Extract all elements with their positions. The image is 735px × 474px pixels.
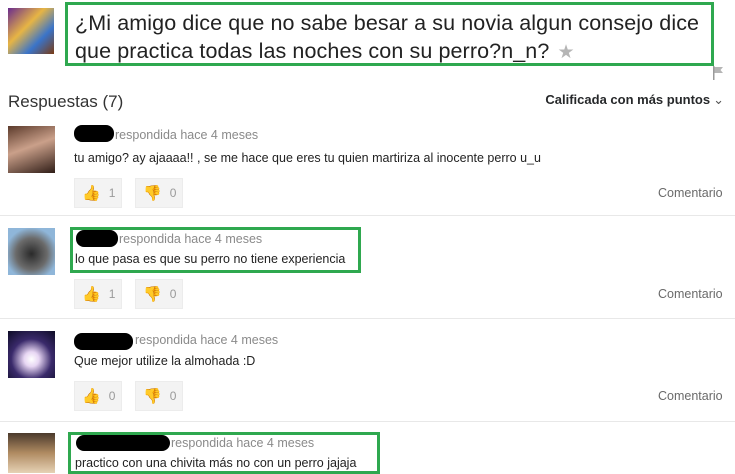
question-title: ¿Mi amigo dice que no sabe besar a su no…: [75, 11, 700, 63]
thumbs-up-button[interactable]: 👍 1: [74, 279, 122, 309]
redacted-username: [76, 435, 170, 451]
answer-item: respondida hace 4 meses practico con una…: [0, 429, 735, 474]
answer-meta: respondida hace 4 meses: [115, 128, 259, 142]
answer-item: respondida hace 4 meses lo que pasa es q…: [0, 224, 735, 317]
thumbs-up-icon: 👍: [82, 286, 101, 303]
thumbs-down-button[interactable]: 👎 0: [135, 381, 183, 411]
thumbs-up-button[interactable]: 👍 0: [74, 381, 122, 411]
comment-link[interactable]: Comentario: [658, 287, 723, 301]
answerer-avatar[interactable]: [8, 331, 55, 378]
chevron-down-icon: ⌄: [713, 92, 724, 107]
answerer-avatar[interactable]: [8, 126, 55, 173]
thumbs-down-button[interactable]: 👎 0: [135, 178, 183, 208]
answerer-avatar[interactable]: [8, 433, 55, 473]
star-icon[interactable]: ★: [557, 42, 574, 63]
redacted-username: [74, 333, 133, 350]
thumbs-up-icon: 👍: [82, 185, 101, 202]
redacted-username: [76, 230, 118, 247]
answer-text: tu amigo? ay ajaaaa!! , se me hace que e…: [74, 151, 541, 165]
answer-meta: respondida hace 4 meses: [135, 333, 279, 347]
answer-meta: respondida hace 4 meses: [119, 232, 263, 246]
answer-text: Que mejor utilize la almohada :D: [74, 354, 256, 368]
divider: [0, 318, 735, 319]
redacted-username: [74, 125, 114, 142]
comment-link[interactable]: Comentario: [658, 186, 723, 200]
answer-text: practico con una chivita más no con un p…: [75, 456, 357, 470]
sort-dropdown[interactable]: Calificada con más puntos ⌄: [545, 92, 724, 108]
answer-item: respondida hace 4 meses tu amigo? ay aja…: [0, 122, 735, 215]
answerer-avatar[interactable]: [8, 228, 55, 275]
flag-icon[interactable]: [712, 66, 724, 80]
question-highlight: ¿Mi amigo dice que no sabe besar a su no…: [65, 2, 714, 66]
asker-avatar[interactable]: [8, 8, 54, 54]
thumbs-down-icon: 👎: [143, 286, 162, 303]
thumbs-down-button[interactable]: 👎 0: [135, 279, 183, 309]
thumbs-up-button[interactable]: 👍 1: [74, 178, 122, 208]
thumbs-down-icon: 👎: [143, 185, 162, 202]
thumbs-down-icon: 👎: [143, 388, 162, 405]
thumbs-up-icon: 👍: [82, 388, 101, 405]
divider: [0, 421, 735, 422]
answer-text: lo que pasa es que su perro no tiene exp…: [75, 252, 346, 266]
comment-link[interactable]: Comentario: [658, 389, 723, 403]
answer-meta: respondida hace 4 meses: [171, 436, 315, 450]
answers-count-title: Respuestas (7): [8, 92, 124, 111]
answer-item: respondida hace 4 meses Que mejor utiliz…: [0, 327, 735, 420]
divider: [0, 215, 735, 216]
